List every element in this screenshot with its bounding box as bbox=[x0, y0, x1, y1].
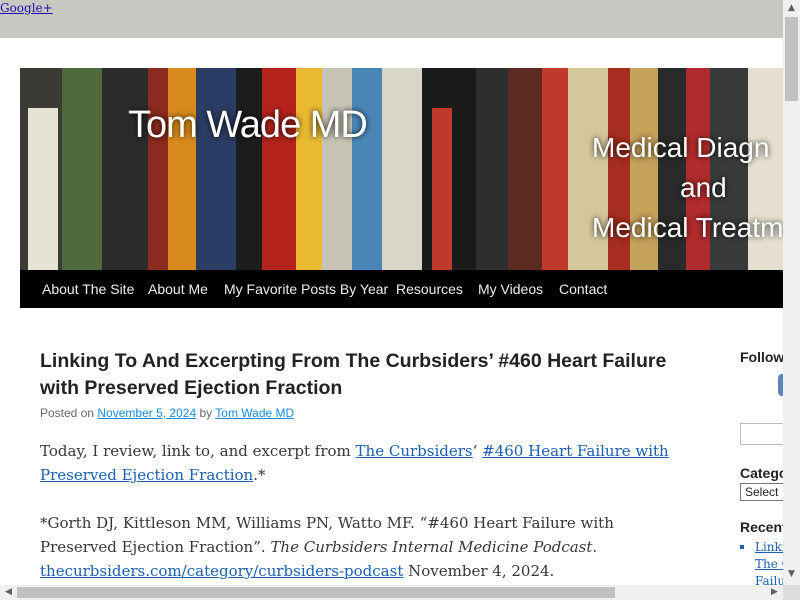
sidebar-categories-heading: Catego bbox=[740, 465, 783, 481]
book-spine bbox=[508, 68, 542, 270]
author-link[interactable]: Tom Wade MD bbox=[215, 406, 294, 420]
book-spine bbox=[352, 68, 382, 270]
nav-about-me[interactable]: About Me bbox=[148, 270, 208, 308]
sidebar-search-input[interactable] bbox=[740, 423, 783, 445]
scroll-up-arrow-icon[interactable]: ▲ bbox=[783, 0, 800, 17]
post-paragraph-citation: *Gorth DJ, Kittleson MM, Williams PN, Wa… bbox=[40, 511, 680, 583]
book-spine bbox=[262, 68, 296, 270]
categories-select[interactable]: Select bbox=[740, 483, 783, 501]
book-spine bbox=[542, 68, 568, 270]
book-spine bbox=[168, 68, 196, 270]
page: Tom Wade MD Medical Diagn and Medical Tr… bbox=[0, 38, 783, 585]
post-meta: Posted on November 5, 2024 by Tom Wade M… bbox=[40, 406, 294, 420]
list-bullet bbox=[740, 545, 744, 549]
nav-resources[interactable]: Resources bbox=[396, 270, 463, 308]
recent-post-link-line-2[interactable]: The C bbox=[755, 556, 783, 573]
vertical-scroll-thumb[interactable] bbox=[785, 17, 798, 101]
nav-my-videos[interactable]: My Videos bbox=[478, 270, 543, 308]
book-spine bbox=[62, 68, 102, 270]
sidebar-recent-heading: Recent bbox=[740, 519, 783, 535]
book-spine bbox=[382, 68, 422, 270]
tagline-line-1: Medical Diagn bbox=[592, 132, 770, 163]
scroll-down-arrow-icon[interactable]: ▼ bbox=[783, 566, 800, 583]
site-title[interactable]: Tom Wade MD bbox=[128, 104, 368, 147]
sidebar-follow-heading: Follow bbox=[740, 349, 783, 365]
podcast-category-link[interactable]: thecurbsiders.com/category/curbsiders-po… bbox=[40, 562, 403, 580]
horizontal-scroll-thumb[interactable] bbox=[17, 587, 615, 598]
nav-contact[interactable]: Contact bbox=[559, 270, 607, 308]
nav-about-the-site[interactable]: About The Site bbox=[42, 270, 134, 308]
book-spine bbox=[236, 68, 262, 270]
tagline-line-2: and bbox=[680, 172, 727, 203]
book-spine bbox=[432, 108, 452, 270]
book-spine bbox=[28, 108, 58, 270]
tagline-line-3: Medical Treatm bbox=[592, 212, 783, 243]
post-title[interactable]: Linking To And Excerpting From The Curbs… bbox=[40, 348, 680, 402]
post-paragraph-intro: Today, I review, link to, and excerpt fr… bbox=[40, 439, 680, 487]
curbsiders-link[interactable]: The Curbsiders bbox=[356, 442, 473, 460]
scrollbar-corner bbox=[783, 585, 800, 600]
book-spine bbox=[148, 68, 168, 270]
citation-text-2: . bbox=[592, 538, 598, 556]
top-bar: Google+ bbox=[0, 0, 800, 38]
main-navigation: About The Site About Me My Favorite Post… bbox=[20, 270, 783, 308]
intro-text-2: ‘ bbox=[472, 442, 483, 460]
intro-text-3: .* bbox=[253, 466, 266, 484]
book-spine bbox=[322, 68, 352, 270]
citation-date: November 4, 2024. bbox=[403, 562, 555, 580]
by-label: by bbox=[199, 406, 213, 420]
intro-text: Today, I review, link to, and excerpt fr… bbox=[40, 442, 356, 460]
scroll-right-arrow-icon[interactable]: ▶ bbox=[766, 584, 783, 601]
book-spine bbox=[476, 68, 508, 270]
header-banner[interactable]: Tom Wade MD Medical Diagn and Medical Tr… bbox=[20, 68, 783, 270]
scroll-left-arrow-icon[interactable]: ◀ bbox=[0, 584, 17, 601]
vertical-scrollbar[interactable]: ▲ ▼ bbox=[783, 0, 800, 585]
post-date-link[interactable]: November 5, 2024 bbox=[97, 406, 196, 420]
citation-podcast-name: The Curbsiders Internal Medicine Podcast bbox=[270, 538, 593, 556]
posted-on-label: Posted on bbox=[40, 406, 95, 420]
book-spine bbox=[296, 68, 322, 270]
nav-favorite-posts[interactable]: My Favorite Posts By Year bbox=[224, 270, 388, 308]
recent-post-link[interactable]: Linki bbox=[755, 539, 783, 556]
google-plus-link[interactable]: Google+ bbox=[0, 1, 53, 15]
book-spine bbox=[196, 68, 236, 270]
book-spine bbox=[102, 68, 148, 270]
horizontal-scrollbar[interactable]: ◀ ▶ bbox=[0, 585, 783, 600]
